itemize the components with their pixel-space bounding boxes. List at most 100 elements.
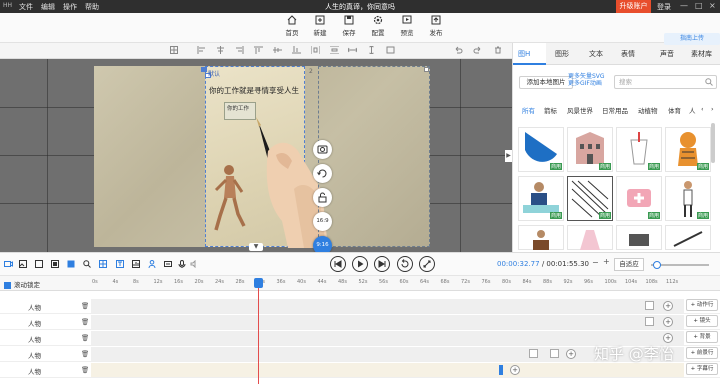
category-scenery[interactable]: 风景世界 [567,105,593,115]
panel-scrollbar[interactable] [711,123,715,163]
align-left-icon[interactable] [197,46,206,54]
track-lane[interactable] [91,363,684,377]
volume-icon[interactable] [190,260,198,268]
asset-thumb[interactable]: 商用 [665,176,711,221]
asset-thumb[interactable]: 商用 [616,127,662,172]
asset-thumb[interactable]: 商用 [567,127,613,172]
track-lane[interactable] [91,299,684,313]
asset-thumb[interactable]: 商用 [616,176,662,221]
play-button[interactable] [352,256,368,272]
tab-text[interactable]: 文本 [589,49,603,59]
track-delete-icon[interactable]: 🗑 [81,318,89,326]
zoom-minus-icon[interactable]: − [592,258,599,267]
category-next-icon[interactable]: › [711,105,714,113]
adaptive-button[interactable]: 自适应 [614,258,644,271]
track-row[interactable]: 人物 🗑 + [0,314,720,330]
scroll-lock-toggle[interactable]: 滚动锁定 [4,279,40,289]
add-foreground-button[interactable]: + 前景行 [686,347,718,359]
scene-frame-2[interactable] [318,66,430,247]
add-local-image-button[interactable]: 添加本地图片 [519,76,573,89]
next-frame-button[interactable] [374,256,390,272]
prev-frame-button[interactable] [330,256,346,272]
category-animals[interactable]: 动植物 [638,105,658,115]
running-man-figure[interactable] [214,162,246,234]
track-delete-icon[interactable]: 🗑 [81,366,89,374]
scene2-resize-handle[interactable] [424,67,429,72]
person-track-icon[interactable] [148,260,156,268]
add-subtitle-button[interactable]: + 字幕行 [686,363,718,375]
text-track-icon[interactable] [116,260,124,268]
shape-track-icon[interactable] [35,260,43,268]
ratio-9-16-button[interactable]: 9:16 [313,236,332,252]
new-button[interactable]: 新建 [306,15,334,37]
asset-thumb[interactable]: 商用 [518,127,564,172]
tab-characters[interactable]: 表情 [621,49,635,59]
align-middle-icon[interactable] [273,46,282,54]
asset-search-input[interactable]: 搜索 [614,75,717,89]
save-button[interactable]: 保存 [335,15,363,37]
zoom-slider-knob[interactable] [653,261,661,269]
rotate-button[interactable] [313,164,332,183]
add-background-button[interactable]: + 背景 [686,331,718,343]
publish-button[interactable]: 发布 [422,15,450,37]
preview-button[interactable]: 预览 [393,15,421,37]
category-arrows[interactable]: 箭标 [544,105,557,115]
add-camera-button[interactable]: + 镜头 [686,315,718,327]
tab-library[interactable]: 素材库 [691,49,712,59]
minimize-icon[interactable]: — [680,1,688,10]
track-add-button[interactable]: + [566,349,576,359]
track-key-block[interactable] [645,317,654,326]
ratio-16-9-button[interactable]: 16:9 [313,212,332,231]
zoom-plus-icon[interactable]: + [603,257,610,266]
asset-thumb[interactable] [518,225,564,250]
track-row[interactable]: 人物 🗑 + [0,362,720,378]
asset-thumb[interactable]: 商用 [567,176,613,221]
align-top-icon[interactable] [254,46,263,54]
replay-button[interactable] [397,256,413,272]
same-size-icon[interactable] [386,46,395,54]
track-key-block[interactable] [550,349,559,358]
grid-icon[interactable] [170,46,178,54]
tab-images[interactable]: 图H [518,49,530,59]
image-track-icon[interactable] [19,260,27,268]
panel-collapse-toggle[interactable]: ▶ [505,150,512,162]
asset-thumb[interactable]: 商用 [665,127,711,172]
camera-track-icon[interactable] [4,260,13,268]
category-all[interactable]: 所有 [522,105,535,115]
align-bottom-icon[interactable] [292,46,301,54]
unlock-button[interactable] [313,188,332,207]
undo-icon[interactable] [454,46,463,54]
redo-icon[interactable] [473,46,482,54]
svg-support-link[interactable]: 更多矢量SVG [568,73,605,80]
track-key-block[interactable] [529,349,538,358]
tab-sound[interactable]: 声音 [660,49,674,59]
playhead-handle[interactable] [254,278,263,288]
fullscreen-button[interactable] [419,256,435,272]
layer-track-icon[interactable] [67,260,75,268]
chart-track-icon[interactable] [132,260,140,268]
mic-icon[interactable] [178,260,186,268]
asset-thumb[interactable] [665,225,711,250]
playhead[interactable] [254,278,263,384]
scene-frame-1[interactable]: 默认 你的工作就是寻情享受人生 你的工作 2 [201,66,328,248]
gif-support-link[interactable]: 更多GIF动画 [568,80,605,87]
category-daily[interactable]: 日常用品 [602,105,628,115]
scroll-lock-checkbox[interactable] [4,281,11,289]
track-clip-marker[interactable] [499,365,503,375]
tab-shapes[interactable]: 图形 [555,49,569,59]
grid-track-icon[interactable] [99,260,107,268]
canvas-stage[interactable]: 默认 你的工作就是寻情享受人生 你的工作 2 16:9 9:16 [0,59,512,252]
camera-button[interactable] [313,140,332,159]
align-right-icon[interactable] [235,46,244,54]
guide-upload-button[interactable]: 指南上传 [664,33,720,45]
track-add-button[interactable]: + [663,301,673,311]
trash-icon[interactable] [494,46,502,54]
track-delete-icon[interactable]: 🗑 [81,302,89,310]
track-delete-icon[interactable]: 🗑 [81,334,89,342]
search-track-icon[interactable] [83,260,91,268]
subtitle-track-icon[interactable] [164,260,172,268]
asset-thumb[interactable] [567,225,613,250]
category-people[interactable]: 人 [689,105,696,115]
track-lane[interactable] [91,315,684,329]
category-sports[interactable]: 体育 [668,105,681,115]
